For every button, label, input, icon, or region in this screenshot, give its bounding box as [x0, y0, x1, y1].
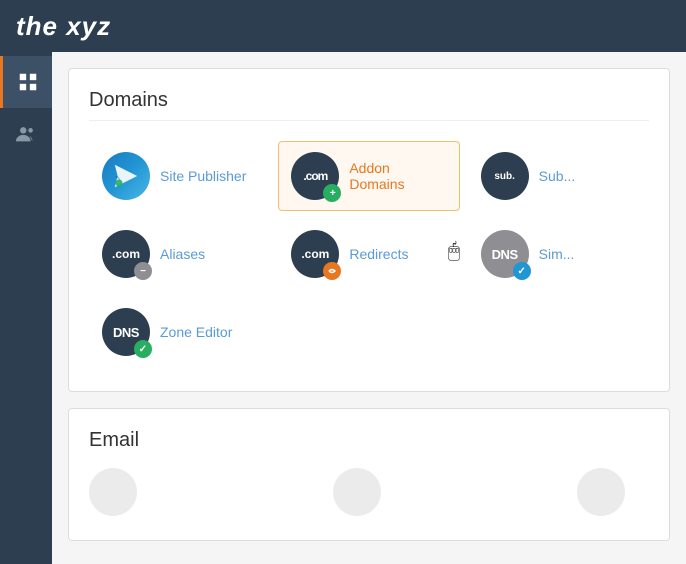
sidebar-item-users[interactable] — [0, 108, 52, 160]
subdomains-label: Sub... — [539, 168, 576, 184]
header: the xyz — [0, 0, 686, 52]
sidebar — [0, 52, 52, 564]
redirects-com-text: .com — [301, 247, 329, 261]
addon-domains-icon: .com + — [291, 152, 339, 200]
zone-editor-text: DNS — [113, 325, 139, 340]
aliases-icon: .com − — [102, 230, 150, 278]
aliases-com-text: .com — [112, 247, 140, 261]
domains-title: Domains — [89, 89, 649, 121]
subdomain-text: sub. — [494, 171, 515, 182]
addon-domains-badge: + — [323, 184, 341, 202]
grid-icon — [17, 71, 39, 93]
simple-dns-label: Sim... — [539, 246, 575, 262]
email-icon-1 — [89, 468, 137, 516]
zone-editor-badge: ✓ — [134, 340, 152, 358]
email-icon-3 — [577, 468, 625, 516]
addon-domains-text: .com — [303, 169, 327, 183]
redirect-arrow-svg — [327, 266, 337, 276]
email-section: Email — [68, 408, 670, 541]
paper-plane-svg — [112, 162, 140, 190]
simple-dns-badge: ✓ — [513, 262, 531, 280]
domains-grid: Site Publisher .com + Addon Domains sub.… — [89, 141, 649, 367]
simple-dns-item[interactable]: DNS ✓ Sim... — [468, 219, 649, 289]
simple-dns-icon: DNS ✓ — [481, 230, 529, 278]
subdomains-icon: sub. — [481, 152, 529, 200]
simple-dns-text: DNS — [492, 247, 518, 262]
redirects-badge — [323, 262, 341, 280]
sidebar-item-grid[interactable] — [0, 56, 52, 108]
addon-domains-item[interactable]: .com + Addon Domains — [278, 141, 459, 211]
domains-section: Domains Site Publisher — [68, 68, 670, 392]
addon-domains-label: Addon Domains — [349, 160, 446, 192]
subdomains-item[interactable]: sub. Sub... — [468, 141, 649, 211]
zone-editor-icon: DNS ✓ — [102, 308, 150, 356]
zone-editor-item[interactable]: DNS ✓ Zone Editor — [89, 297, 270, 367]
zone-editor-label: Zone Editor — [160, 324, 232, 340]
aliases-item[interactable]: .com − Aliases — [89, 219, 270, 289]
users-icon — [15, 123, 37, 145]
email-title: Email — [89, 429, 649, 460]
logo: the xyz — [16, 11, 111, 42]
redirects-icon: .com — [291, 230, 339, 278]
site-publisher-item[interactable]: Site Publisher — [89, 141, 270, 211]
email-icon-2 — [333, 468, 381, 516]
site-publisher-icon — [102, 152, 150, 200]
site-publisher-label: Site Publisher — [160, 168, 246, 184]
email-icons-row — [89, 460, 649, 516]
aliases-badge: − — [134, 262, 152, 280]
redirects-label: Redirects — [349, 246, 408, 262]
content-area: Domains Site Publisher — [52, 52, 686, 564]
aliases-label: Aliases — [160, 246, 205, 262]
main-layout: Domains Site Publisher — [0, 52, 686, 564]
redirects-item[interactable]: .com Redirects — [278, 219, 459, 289]
